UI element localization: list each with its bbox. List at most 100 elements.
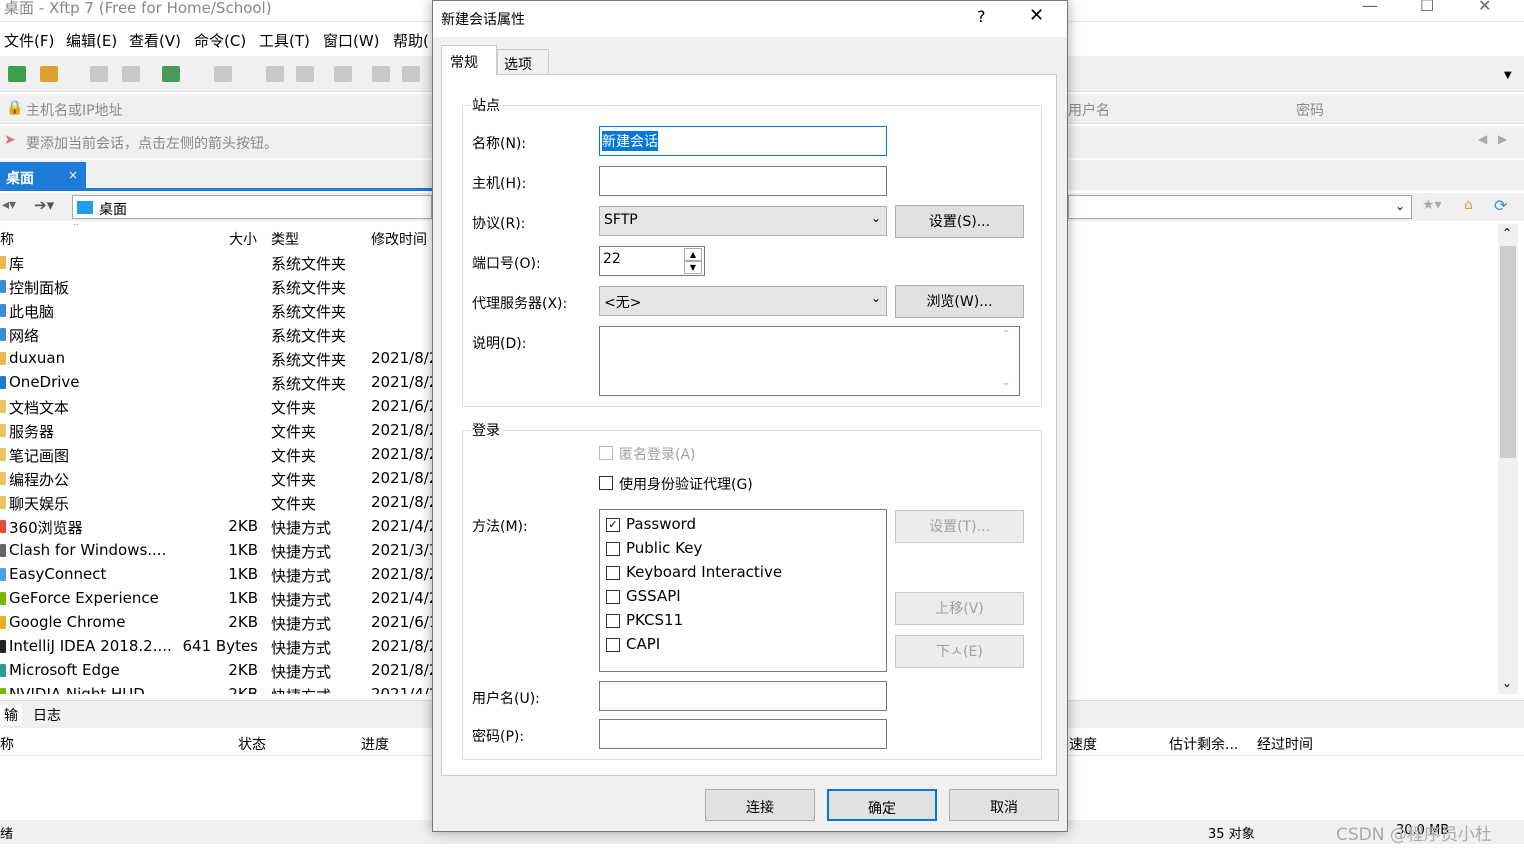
method-capi-checkbox[interactable] xyxy=(606,638,620,652)
file-row[interactable]: 控制面板 系统文件夹 xyxy=(0,274,432,298)
port-decrement-icon[interactable]: ▼ xyxy=(684,261,702,274)
close-icon[interactable]: ✕ xyxy=(1478,0,1491,15)
name-field[interactable]: 新建会话 xyxy=(599,126,887,156)
method-public-key-checkbox[interactable] xyxy=(606,542,620,556)
refresh-icon[interactable]: ⟳ xyxy=(1494,196,1507,215)
file-row[interactable]: 服务器 文件夹 2021/8/2 xyxy=(0,418,432,442)
column-size[interactable]: 大小 xyxy=(229,229,257,249)
file-row[interactable]: 编程办公 文件夹 2021/8/2 xyxy=(0,466,432,490)
disconnect-icon[interactable] xyxy=(122,66,140,82)
column-type[interactable]: 类型 xyxy=(271,229,299,249)
cancel-button[interactable]: 取消 xyxy=(949,789,1059,821)
menu-view[interactable]: 查看(V) xyxy=(129,30,181,51)
port-field[interactable]: 22 ▲ ▼ xyxy=(599,246,705,276)
method-gssapi[interactable]: GSSAPI xyxy=(606,585,866,609)
file-row[interactable]: OneDrive 系统文件夹 2021/8/2 xyxy=(0,370,432,394)
username-field[interactable] xyxy=(599,681,887,711)
protocol-settings-button[interactable]: 设置(S)... xyxy=(895,205,1024,238)
host-address-input[interactable]: 主机名或IP地址 xyxy=(26,100,123,120)
transfer-col-elapsed[interactable]: 经过时间 xyxy=(1257,734,1313,754)
host-field[interactable] xyxy=(599,166,887,196)
scroll-right-icon[interactable]: ▶ xyxy=(1498,132,1507,146)
file-row[interactable]: 库 系统文件夹 xyxy=(0,250,432,274)
transfer-col-name[interactable]: 称 xyxy=(0,734,14,754)
tab-desktop[interactable]: 桌面 × xyxy=(0,162,86,190)
column-name[interactable]: 称 xyxy=(0,229,14,249)
file-row[interactable]: duxuan 系统文件夹 2021/8/2 xyxy=(0,346,432,370)
scroll-up-icon[interactable]: ⌃ xyxy=(1002,329,1010,340)
scroll-down-icon[interactable]: ⌄ xyxy=(1502,676,1512,690)
move-down-button[interactable]: 下ㅅ(E) xyxy=(895,635,1024,668)
toolbar-overflow-icon[interactable]: ▼ xyxy=(1504,70,1512,81)
file-row[interactable]: GeForce Experience 1KB 快捷方式 2021/4/2 xyxy=(0,586,432,610)
tab-transfer[interactable]: 输 xyxy=(0,705,22,725)
tab-log[interactable]: 日志 xyxy=(33,705,61,725)
transfer-col-status[interactable]: 状态 xyxy=(238,734,266,754)
connect-button[interactable]: 连接 xyxy=(705,789,815,821)
paste-icon[interactable] xyxy=(296,66,314,82)
file-row[interactable]: 此电脑 系统文件夹 xyxy=(0,298,432,322)
transfer-icon[interactable] xyxy=(214,66,232,82)
method-gssapi-checkbox[interactable] xyxy=(606,590,620,604)
new-session-icon[interactable] xyxy=(8,66,26,82)
password-input[interactable]: 密码 xyxy=(1296,100,1324,120)
open-folder-icon[interactable] xyxy=(40,66,58,82)
file-row[interactable]: Clash for Windows.... 1KB 快捷方式 2021/3/3 xyxy=(0,538,432,562)
ok-button[interactable]: 确定 xyxy=(827,789,937,821)
method-capi[interactable]: CAPI xyxy=(606,633,866,657)
description-field[interactable]: ⌃ ⌄ xyxy=(599,326,1020,396)
menu-command[interactable]: 命令(C) xyxy=(194,30,246,51)
tab-options[interactable]: 选项 xyxy=(497,49,549,75)
method-password[interactable]: ✓ Password xyxy=(606,513,866,537)
file-row[interactable]: 360浏览器 2KB 快捷方式 2021/4/2 xyxy=(0,514,432,538)
print-icon[interactable] xyxy=(372,66,390,82)
password-field[interactable] xyxy=(599,719,887,749)
file-row[interactable]: NVIDIA Night HUD 2KB 快捷方式 2021/4/2 xyxy=(0,682,432,694)
anonymous-checkbox[interactable] xyxy=(599,446,613,460)
scroll-thumb[interactable] xyxy=(1500,246,1516,458)
file-row[interactable]: Google Chrome 2KB 快捷方式 2021/6/1 xyxy=(0,610,432,634)
method-keyboard-interactive-checkbox[interactable] xyxy=(606,566,620,580)
proxy-select[interactable]: <无> ⌄ xyxy=(599,286,887,316)
maximize-icon[interactable]: ☐ xyxy=(1420,0,1434,15)
scroll-down-icon[interactable]: ⌄ xyxy=(1002,377,1010,388)
file-row[interactable]: 聊天娱乐 文件夹 2021/8/2 xyxy=(0,490,432,514)
home-folder-icon[interactable]: ⌂ xyxy=(1464,197,1473,213)
minimize-icon[interactable]: — xyxy=(1362,0,1378,15)
file-row[interactable]: 笔记画图 文件夹 2021/8/2 xyxy=(0,442,432,466)
help-icon[interactable]: ? xyxy=(977,7,986,26)
sync-icon[interactable] xyxy=(334,66,352,82)
remote-path-field[interactable]: ⌄ xyxy=(1068,195,1412,219)
file-row[interactable]: 网络 系统文件夹 xyxy=(0,322,432,346)
scroll-left-icon[interactable]: ◀ xyxy=(1478,132,1487,146)
column-modified[interactable]: 修改时间 xyxy=(371,229,427,249)
port-increment-icon[interactable]: ▲ xyxy=(684,248,702,261)
tab-general[interactable]: 常规 xyxy=(441,45,497,75)
file-row[interactable]: 文档文本 文件夹 2021/6/2 xyxy=(0,394,432,418)
chevron-down-icon[interactable]: ⌄ xyxy=(1395,199,1405,213)
method-settings-button[interactable]: 设置(T)... xyxy=(895,510,1024,543)
dialog-close-icon[interactable]: ✕ xyxy=(1029,5,1044,26)
username-input[interactable]: 用户名 xyxy=(1068,100,1110,120)
settings-icon[interactable] xyxy=(162,66,180,82)
copy-icon[interactable] xyxy=(266,66,284,82)
scroll-up-icon[interactable]: ⌃ xyxy=(1502,226,1512,240)
transfer-col-speed[interactable]: 速度 xyxy=(1069,734,1097,754)
menu-help[interactable]: 帮助( xyxy=(393,30,429,51)
menu-window[interactable]: 窗口(W) xyxy=(323,30,380,51)
file-row[interactable]: Microsoft Edge 2KB 快捷方式 2021/8/2 xyxy=(0,658,432,682)
vertical-scrollbar[interactable]: ⌃ ⌄ xyxy=(1498,224,1518,694)
proxy-browse-button[interactable]: 浏览(W)... xyxy=(895,285,1024,318)
move-up-button[interactable]: 上移(V) xyxy=(895,592,1024,625)
auth-agent-checkbox[interactable] xyxy=(599,476,613,490)
path-field[interactable]: 桌面 xyxy=(72,195,432,219)
layout-icon[interactable] xyxy=(402,66,420,82)
protocol-select[interactable]: SFTP ⌄ xyxy=(599,206,887,236)
star-icon[interactable]: ★▾ xyxy=(1422,197,1442,213)
transfer-col-remaining[interactable]: 估计剩余... xyxy=(1169,734,1238,754)
file-row[interactable]: IntelliJ IDEA 2018.2.... 641 Bytes 快捷方式 202… xyxy=(0,634,432,658)
add-session-arrow-icon[interactable]: ➤ xyxy=(4,132,16,148)
forward-icon[interactable]: ➔▾ xyxy=(34,196,54,214)
back-icon[interactable]: ◂▾ xyxy=(2,197,16,213)
file-row[interactable]: EasyConnect 1KB 快捷方式 2021/8/2 xyxy=(0,562,432,586)
